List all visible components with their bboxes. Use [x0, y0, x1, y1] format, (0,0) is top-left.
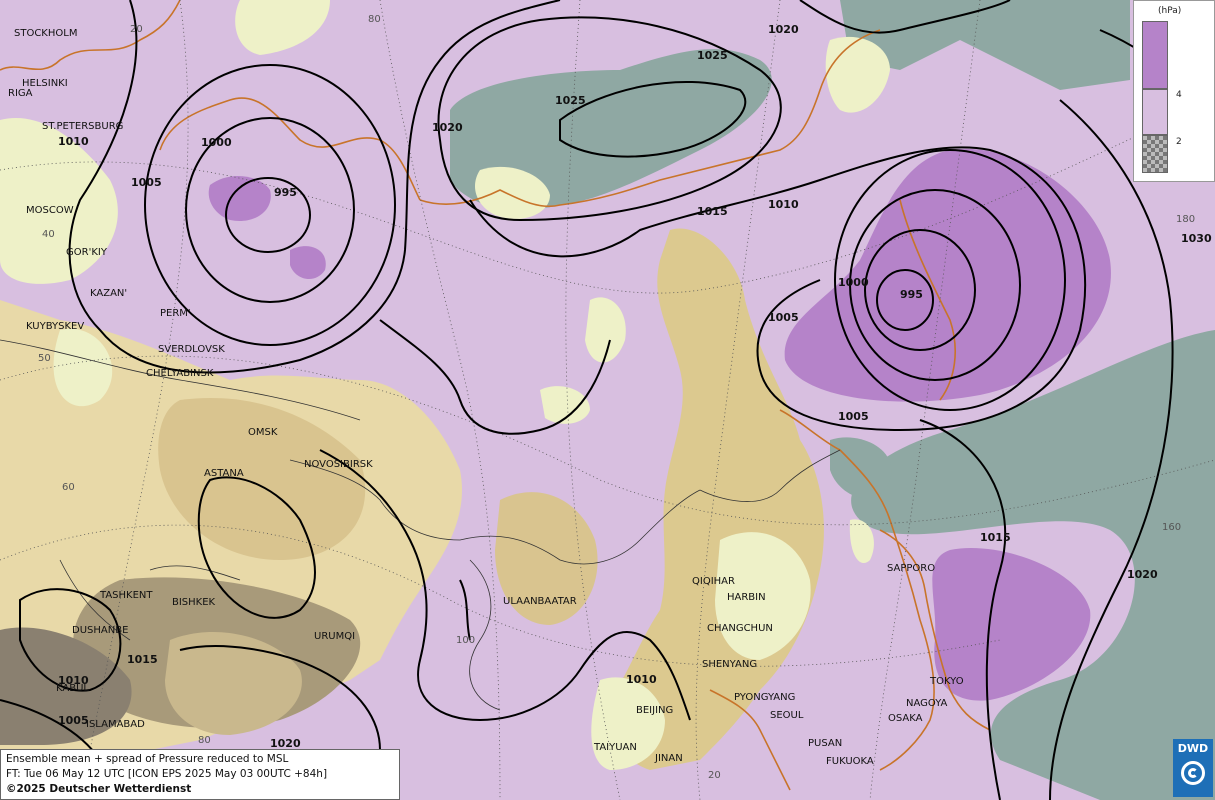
legend-tick: 4	[1176, 90, 1182, 100]
isobar-label: 1005	[838, 410, 869, 423]
city-label: NAGOYA	[906, 698, 948, 709]
city-label: SHENYANG	[702, 659, 757, 670]
city-label: GOR'KIY	[66, 247, 108, 258]
legend-unit: (hPa)	[1158, 6, 1182, 16]
city-label: STOCKHOLM	[14, 28, 77, 39]
city-label: OMSK	[248, 427, 278, 438]
isobar-label: 1005	[58, 714, 89, 727]
isobar-label: 1010	[768, 198, 799, 211]
city-label: KAZAN'	[90, 288, 127, 299]
info-product: Ensemble mean + spread of Pressure reduc…	[6, 753, 289, 765]
isobar-label: 1015	[127, 653, 158, 666]
isobar-label: 1030	[1181, 232, 1212, 245]
pressure-map: 20 80 40 50 60 100 80 20 180 160 1020 10…	[0, 0, 1215, 800]
city-label: PUSAN	[808, 738, 842, 749]
city-label: ST.PETERSBURG	[42, 121, 123, 132]
deg-label: 80	[368, 14, 381, 25]
info-copyright: ©2025 Deutscher Wetterdienst	[6, 783, 192, 795]
city-label: QIQIHAR	[692, 576, 735, 587]
deg-label: 20	[130, 24, 143, 35]
deg-label: 100	[456, 635, 475, 646]
deg-label: 160	[1162, 522, 1181, 533]
isobar-label: 1000	[838, 276, 869, 289]
isobar-label: 1015	[980, 531, 1011, 544]
city-label: DUSHANBE	[72, 625, 128, 636]
city-label: FUKUOKA	[826, 756, 874, 767]
isobar-label: 1020	[432, 121, 463, 134]
info-forecast-time: FT: Tue 06 May 12 UTC [ICON EPS 2025 May…	[6, 768, 328, 780]
city-label: PERM'	[160, 308, 191, 319]
deg-label: 80	[198, 735, 211, 746]
city-label: ASTANA	[204, 468, 244, 479]
city-label: SEOUL	[770, 710, 804, 721]
isobar-label: 995	[274, 186, 297, 199]
city-label: BISHKEK	[172, 597, 216, 608]
city-label: PYONGYANG	[734, 692, 795, 703]
deg-label: 60	[62, 482, 75, 493]
isobar-label: 995	[900, 288, 923, 301]
city-label: URUMQI	[314, 631, 355, 642]
deg-label: 40	[42, 229, 55, 240]
deg-label: 20	[708, 770, 721, 781]
dwd-logo: DWD	[1173, 739, 1213, 797]
isobar-label: 1010	[626, 673, 657, 686]
city-label: ULAANBAATAR	[503, 596, 577, 607]
legend-swatch-mid	[1142, 89, 1168, 135]
city-label: MOSCOW	[26, 205, 74, 216]
city-label: JINAN	[654, 753, 683, 764]
isobar-label: 1005	[131, 176, 162, 189]
city-label: BEIJING	[636, 705, 673, 716]
isobar-label: 1020	[1127, 568, 1158, 581]
city-label: NOVOSIBIRSK	[304, 459, 373, 470]
legend-tick: 2	[1176, 137, 1182, 147]
city-label: OSAKA	[888, 713, 923, 724]
legend-swatch-low	[1142, 135, 1168, 173]
city-label: CHANGCHUN	[707, 623, 773, 634]
city-label: TAIYUAN	[593, 742, 637, 753]
isobar-label: 1000	[201, 136, 232, 149]
city-label: TOKYO	[929, 676, 964, 687]
isobar-label: 1025	[697, 49, 728, 62]
city-label: KABUL	[56, 683, 89, 694]
city-label: ISLAMABAD	[86, 719, 145, 730]
city-label: KUYBYSKEV	[26, 321, 84, 332]
city-label: SAPPORO	[887, 563, 935, 574]
isobar-label: 1005	[768, 311, 799, 324]
isobar-label: 1015	[697, 205, 728, 218]
city-label: SVERDLOVSK	[158, 344, 225, 355]
isobar-label: 1020	[768, 23, 799, 36]
deg-label: 50	[38, 353, 51, 364]
city-label: TASHKENT	[99, 590, 153, 601]
legend-swatch-high	[1142, 21, 1168, 89]
isobar-label: 1025	[555, 94, 586, 107]
dwd-logo-text: DWD	[1177, 742, 1209, 755]
deg-label: 180	[1176, 214, 1195, 225]
swirl-icon	[1181, 761, 1205, 785]
isobar-label: 1010	[58, 135, 89, 148]
city-label: CHELYABINSK	[146, 368, 214, 379]
city-label: RIGA	[8, 88, 33, 99]
city-label: HARBIN	[727, 592, 766, 603]
info-box: Ensemble mean + spread of Pressure reduc…	[0, 749, 400, 800]
spread-legend: (hPa) 4 2	[1133, 0, 1215, 182]
